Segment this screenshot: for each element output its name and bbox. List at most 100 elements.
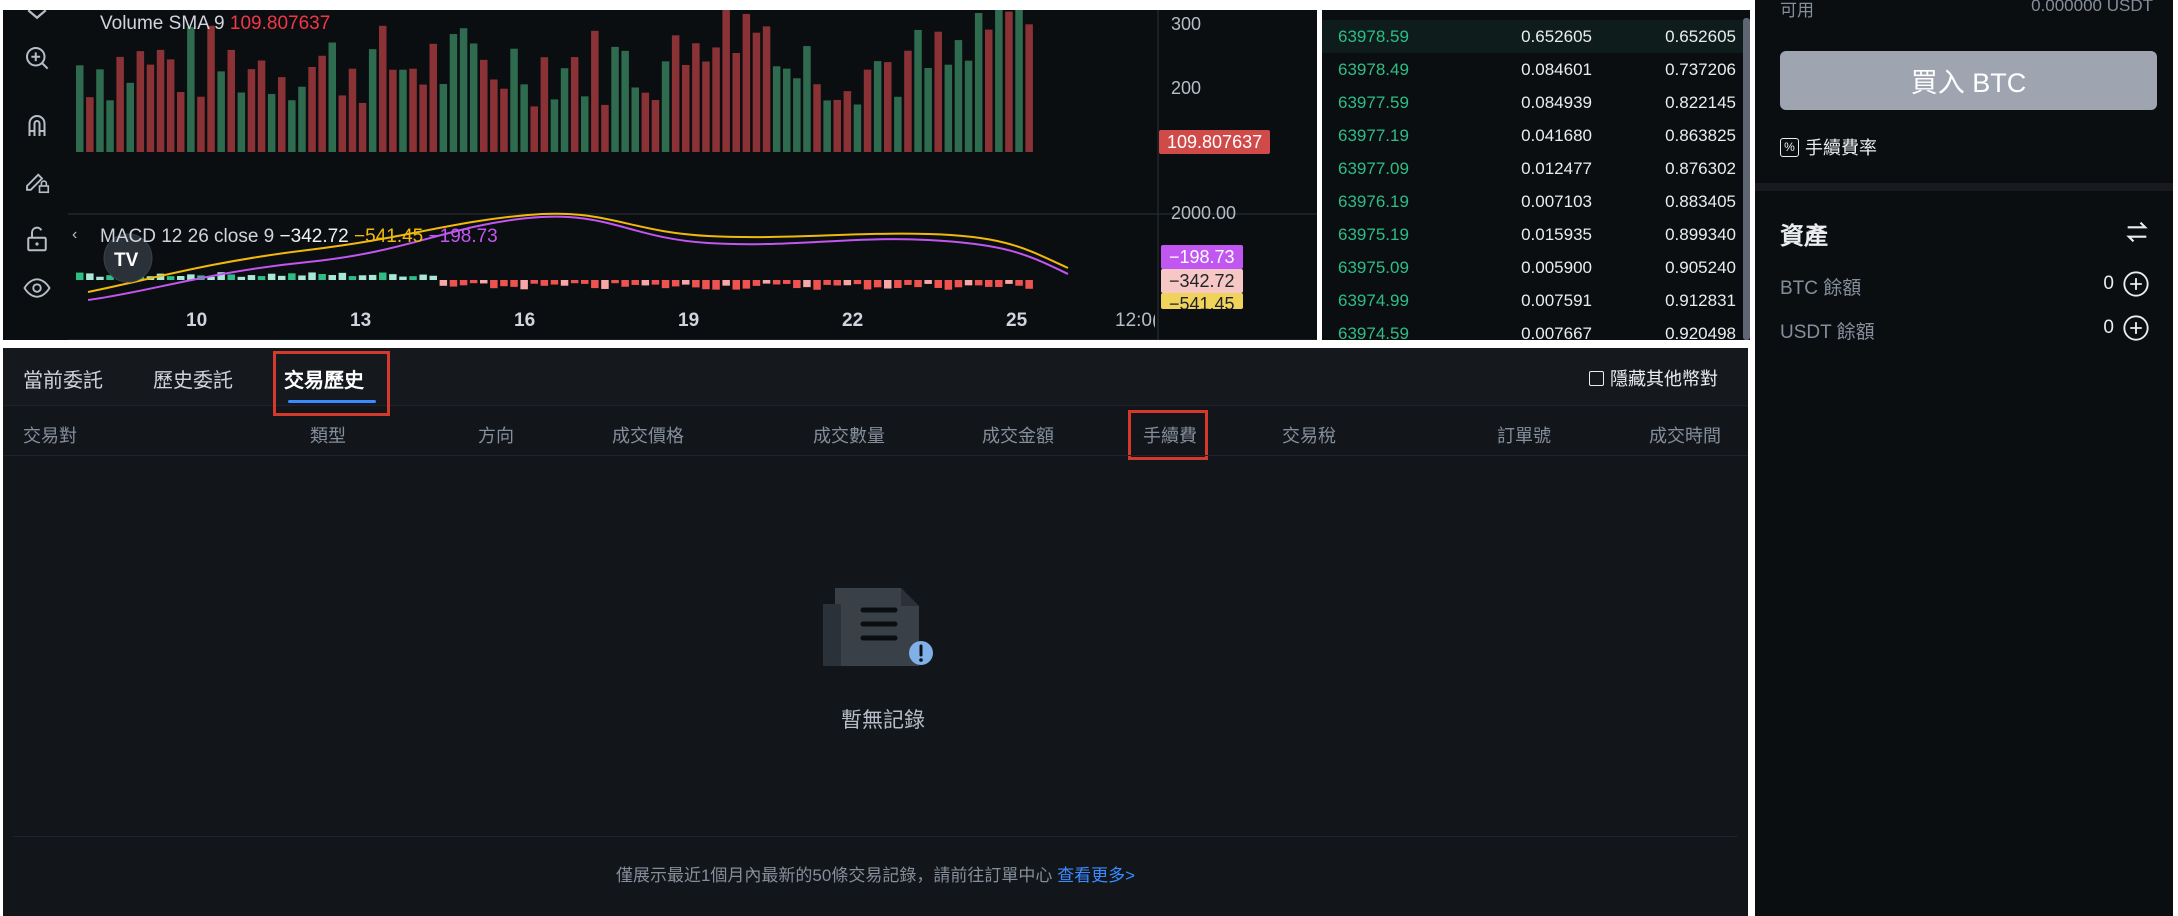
- order-book-row[interactable]: 63976.19 0.007103 0.883405: [1322, 185, 1750, 218]
- volume-bar: [419, 84, 427, 152]
- volume-bar: [490, 79, 498, 152]
- order-book-scrollbar[interactable]: [1743, 18, 1750, 340]
- available-value: 0.000000 USDT: [2031, 0, 2153, 15]
- volume-bar: [894, 96, 902, 152]
- order-book-row[interactable]: 63974.99 0.007591 0.912831: [1322, 284, 1750, 317]
- volume-bar: [1015, 10, 1023, 152]
- macd-signal-tag: −198.73: [1161, 245, 1243, 269]
- macd-histogram-bar: [833, 280, 841, 286]
- chevron-down-icon[interactable]: [21, 10, 53, 30]
- pencil-lock-icon[interactable]: [21, 165, 53, 197]
- volume-bar: [500, 88, 508, 152]
- volume-bar: [237, 92, 246, 152]
- fee-rate-label: 手續費率: [1805, 138, 1877, 158]
- volume-bar: [540, 57, 549, 153]
- tab-open-orders[interactable]: 當前委託: [23, 364, 103, 393]
- volume-bar: [429, 43, 437, 152]
- volume-bar: [247, 69, 256, 152]
- macd-histogram-bar: [409, 276, 417, 280]
- magnet-icon[interactable]: [21, 110, 53, 142]
- macd-value-tag: −342.72: [1161, 269, 1243, 293]
- zoom-in-icon[interactable]: [21, 42, 53, 74]
- percent-icon: %: [1780, 137, 1799, 157]
- volume-bar: [348, 68, 357, 152]
- macd-histogram-bar: [621, 280, 629, 287]
- volume-bar: [278, 77, 286, 152]
- macd-histogram-bar: [530, 280, 538, 284]
- volume-bar: [904, 50, 912, 152]
- volume-bar: [166, 59, 175, 152]
- macd-histogram-bar: [267, 273, 276, 280]
- volume-bar: [86, 97, 94, 152]
- macd-histogram-bar: [166, 276, 175, 280]
- volume-bar: [742, 13, 751, 152]
- volume-bar: [399, 69, 407, 152]
- macd-histogram-bar: [944, 280, 953, 290]
- order-book-row[interactable]: 63978.49 0.084601 0.737206: [1322, 53, 1750, 86]
- volume-bar: [964, 60, 973, 152]
- col-header-order-id: 訂單號: [1497, 426, 1551, 446]
- order-book-row[interactable]: 63975.19 0.015935 0.899340: [1322, 218, 1750, 251]
- add-usdt-icon[interactable]: [2122, 314, 2150, 342]
- volume-bar: [96, 69, 104, 152]
- time-axis-tick: 22: [842, 310, 864, 331]
- macd-histogram-bar: [328, 275, 336, 280]
- buy-section: 可用 0.000000 USDT 買入 BTC % 手續費率: [1755, 0, 2173, 183]
- macd-histogram-bar: [419, 274, 427, 280]
- volume-bar: [288, 100, 296, 152]
- transfer-icon[interactable]: [2123, 218, 2151, 246]
- hide-other-pairs-checkbox[interactable]: 隱藏其他幣對: [1589, 365, 1718, 391]
- btc-balance-row: BTC 餘額 0: [1780, 269, 2150, 299]
- eye-icon[interactable]: [21, 272, 53, 304]
- volume-bar: [944, 64, 953, 152]
- order-book-row[interactable]: 63977.59 0.084939 0.822145: [1322, 86, 1750, 119]
- fee-rate-link[interactable]: % 手續費率: [1780, 134, 1877, 160]
- order-book[interactable]: 63978.59 0.652605 0.652605 63978.49 0.084601…: [1322, 10, 1750, 340]
- empty-state-text: 暫無記錄: [841, 709, 925, 732]
- volume-bar: [76, 65, 84, 152]
- volume-bar: [924, 68, 932, 152]
- macd-histogram-bar: [661, 280, 670, 289]
- time-axis-tick: 13: [350, 310, 372, 331]
- order-book-row[interactable]: 63975.09 0.005900 0.905240: [1322, 251, 1750, 284]
- unlock-icon[interactable]: [21, 223, 53, 255]
- usdt-balance-row: USDT 餘額 0: [1780, 313, 2150, 343]
- time-axis-tick: 16: [514, 310, 536, 331]
- view-more-link[interactable]: 查看更多>: [1057, 866, 1135, 885]
- volume-bar: [197, 96, 205, 152]
- header-divider: [3, 455, 1748, 456]
- price-chart[interactable]: TV Volume SMA 9 109.807637 ‹ MACD 12 26 …: [68, 10, 1317, 340]
- volume-bar: [954, 40, 963, 152]
- volume-bar: [439, 84, 448, 152]
- tab-order-history[interactable]: 歷史委託: [153, 364, 233, 393]
- collapse-arrow-icon[interactable]: ‹: [72, 226, 77, 244]
- chart-canvas[interactable]: TV: [68, 10, 1317, 340]
- macd-histogram-bar: [368, 274, 377, 280]
- checkbox-icon[interactable]: [1589, 370, 1604, 386]
- order-book-quantity: 0.015935: [1521, 225, 1592, 244]
- order-book-row[interactable]: 63974.59 0.007667 0.920498: [1322, 317, 1750, 340]
- macd-histogram-bar: [843, 280, 852, 286]
- macd-histogram-bar: [853, 280, 862, 285]
- volume-bar: [853, 104, 862, 152]
- volume-value: 109.807637: [229, 13, 331, 34]
- macd-histogram-bar: [399, 276, 407, 280]
- macd-histogram-bar: [611, 280, 619, 284]
- buy-btc-button[interactable]: 買入 BTC: [1780, 51, 2157, 110]
- order-book-row[interactable]: 63978.59 0.652605 0.652605: [1322, 20, 1750, 53]
- order-book-row[interactable]: 63977.19 0.041680 0.863825: [1322, 119, 1750, 152]
- volume-bar: [469, 43, 478, 153]
- volume-bar: [116, 56, 124, 152]
- order-book-price: 63977.19: [1338, 126, 1409, 145]
- volume-bar: [308, 66, 316, 152]
- volume-bar: [298, 86, 306, 152]
- volume-bar: [187, 27, 195, 153]
- macd-histogram-bar: [560, 280, 569, 286]
- volume-bar: [803, 46, 811, 152]
- volume-bar: [934, 31, 942, 153]
- add-btc-icon[interactable]: [2122, 270, 2150, 298]
- volume-bar: [156, 49, 165, 152]
- macd-histogram-bar: [914, 280, 922, 288]
- macd-histogram-bar: [570, 280, 579, 284]
- order-book-row[interactable]: 63977.09 0.012477 0.876302: [1322, 152, 1750, 185]
